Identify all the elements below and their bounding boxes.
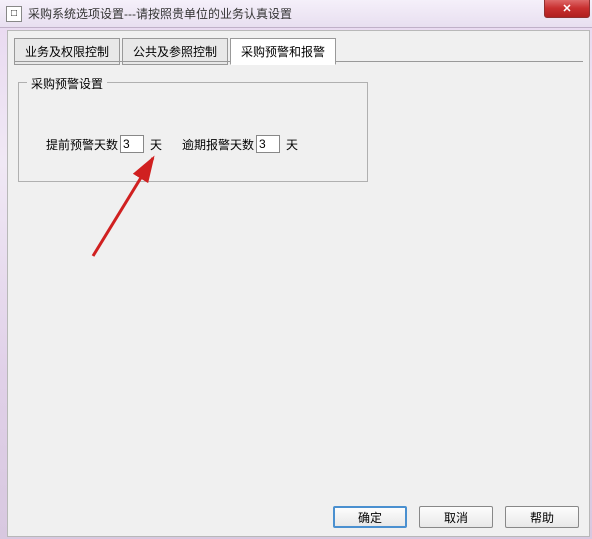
advance-days-label: 提前预警天数 (46, 136, 118, 153)
overdue-days-input[interactable] (256, 135, 280, 153)
overdue-days-label: 逾期报警天数 (182, 136, 254, 153)
tab-purchase-alerts[interactable]: 采购预警和报警 (230, 38, 336, 65)
close-icon: ✕ (562, 2, 571, 15)
tab-content: 采购预警设置 提前预警天数 天 逾期报警天数 天 (8, 64, 589, 192)
window-title: 采购系统选项设置---请按照贵单位的业务认真设置 (28, 5, 292, 22)
help-button[interactable]: 帮助 (505, 506, 579, 528)
close-button[interactable]: ✕ (544, 0, 590, 18)
tab-label: 业务及权限控制 (25, 45, 109, 59)
button-label: 确定 (358, 509, 382, 526)
ok-button[interactable]: 确定 (333, 506, 407, 528)
purchase-alert-group: 采购预警设置 提前预警天数 天 逾期报警天数 天 (18, 82, 368, 182)
tab-label: 公共及参照控制 (133, 45, 217, 59)
client-area: 业务及权限控制 公共及参照控制 采购预警和报警 采购预警设置 提前预警天数 天 … (7, 30, 590, 537)
button-label: 帮助 (530, 509, 554, 526)
cancel-button[interactable]: 取消 (419, 506, 493, 528)
button-label: 取消 (444, 509, 468, 526)
tab-strip: 业务及权限控制 公共及参照控制 采购预警和报警 (8, 31, 589, 64)
app-icon-glyph: □ (11, 8, 17, 19)
titlebar: □ 采购系统选项设置---请按照贵单位的业务认真设置 ✕ (0, 0, 592, 28)
group-legend: 采购预警设置 (27, 75, 107, 92)
advance-days-unit: 天 (150, 136, 162, 153)
app-icon: □ (6, 6, 22, 22)
dialog-window: □ 采购系统选项设置---请按照贵单位的业务认真设置 ✕ 业务及权限控制 公共及… (0, 0, 592, 539)
field-row: 提前预警天数 天 逾期报警天数 天 (31, 135, 355, 153)
overdue-days-unit: 天 (286, 136, 298, 153)
button-bar: 确定 取消 帮助 (333, 506, 579, 528)
advance-days-input[interactable] (120, 135, 144, 153)
tab-label: 采购预警和报警 (241, 45, 325, 59)
